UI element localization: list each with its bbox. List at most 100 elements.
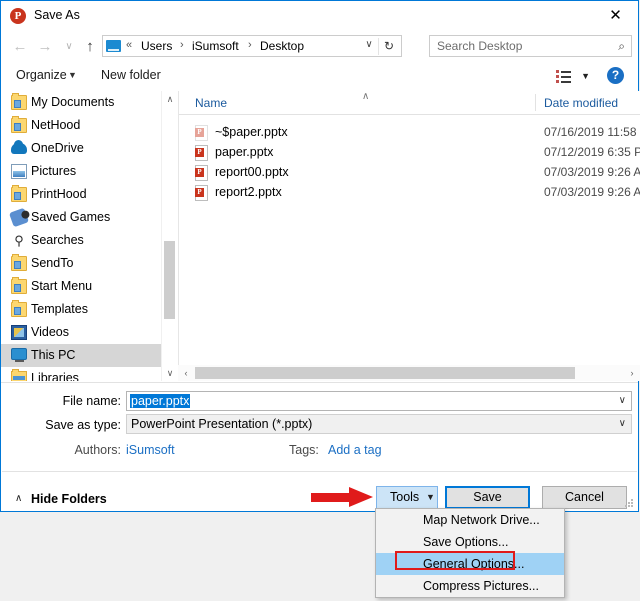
sidebar-item-printhood[interactable]: PrintHood xyxy=(1,183,161,206)
breadcrumb-separator: › xyxy=(180,39,184,51)
scroll-down-icon[interactable]: ∨ xyxy=(162,365,178,381)
chevron-down-icon[interactable]: ▼ xyxy=(68,70,77,80)
resize-grip[interactable] xyxy=(625,499,635,509)
menu-item-compress-pictures[interactable]: Compress Pictures... xyxy=(376,575,564,597)
breadcrumb-separator: › xyxy=(248,39,252,51)
sort-ascending-icon: ∧ xyxy=(362,91,370,102)
table-row[interactable]: paper.pptx 07/12/2019 6:35 PN xyxy=(179,143,640,163)
sidebar-item-nethood[interactable]: NetHood xyxy=(1,114,161,137)
file-name: paper.pptx xyxy=(215,145,274,159)
file-date-modified: 07/03/2019 9:26 AN xyxy=(544,165,640,179)
back-icon[interactable]: ← xyxy=(9,36,31,58)
save-button[interactable]: Save xyxy=(445,486,530,509)
address-bar[interactable]: « Users › iSumsoft › Desktop ∨ ↻ xyxy=(102,35,402,57)
chevron-down-icon[interactable]: ∨ xyxy=(361,39,377,50)
pptx-file-icon xyxy=(195,185,208,201)
file-list-pane: Name ∧ Date modified ~$paper.pptx 07/16/… xyxy=(178,91,640,381)
sidebar-item-sendto[interactable]: SendTo xyxy=(1,252,161,275)
sidebar-item-onedrive[interactable]: OneDrive xyxy=(1,137,161,160)
printhood-folder-icon xyxy=(11,185,27,202)
column-header-name[interactable]: Name xyxy=(195,96,227,110)
breadcrumb-prefix: « xyxy=(126,39,133,51)
red-highlight-box-annotation xyxy=(395,551,515,570)
search-input[interactable]: Search Desktop ⌕ xyxy=(429,35,632,57)
add-a-tag-link[interactable]: Add a tag xyxy=(328,443,382,457)
help-icon[interactable]: ? xyxy=(607,67,624,84)
authors-label: Authors: xyxy=(74,443,121,457)
sidebar-item-label: SendTo xyxy=(31,256,74,270)
sidebar-item-pictures[interactable]: Pictures xyxy=(1,160,161,183)
sidebar-scrollbar[interactable]: ∧ ∨ xyxy=(161,91,178,381)
file-date-modified: 07/12/2019 6:35 PN xyxy=(544,145,640,159)
file-name-input[interactable]: paper.pptx ∨ xyxy=(126,391,632,411)
scroll-left-icon[interactable]: ‹ xyxy=(178,365,194,381)
close-icon[interactable]: ✕ xyxy=(593,1,638,30)
chevron-down-icon[interactable]: ∨ xyxy=(619,395,626,406)
sidebar-item-saved-games[interactable]: Saved Games xyxy=(1,206,161,229)
chevron-up-icon[interactable]: ∧ xyxy=(15,493,22,504)
libraries-icon xyxy=(11,369,27,381)
save-as-dialog: P Save As ✕ ← → ∨ ↑ « Users › iSumsoft ›… xyxy=(0,0,640,512)
chevron-down-icon[interactable]: ∨ xyxy=(619,418,626,429)
file-date-modified: 07/03/2019 9:26 AN xyxy=(544,185,640,199)
up-icon[interactable]: ↑ xyxy=(79,36,101,58)
column-divider[interactable] xyxy=(535,94,536,111)
menu-item-save-options[interactable]: Save Options... xyxy=(376,531,564,553)
column-header-date-modified[interactable]: Date modified xyxy=(544,96,618,110)
forward-icon[interactable]: → xyxy=(34,36,56,58)
table-row[interactable]: report2.pptx 07/03/2019 9:26 AN xyxy=(179,183,640,203)
sidebar-item-start-menu[interactable]: Start Menu xyxy=(1,275,161,298)
organize-button[interactable]: Organize xyxy=(16,68,67,82)
pptx-file-icon xyxy=(195,165,208,181)
chevron-down-icon[interactable]: ▼ xyxy=(426,492,435,502)
tags-label: Tags: xyxy=(289,443,319,457)
scroll-right-icon[interactable]: › xyxy=(624,365,640,381)
new-folder-button[interactable]: New folder xyxy=(101,68,161,82)
save-as-type-select[interactable]: PowerPoint Presentation (*.pptx) ∨ xyxy=(126,414,632,434)
save-as-type-label: Save as type: xyxy=(45,418,121,432)
column-header-row: Name ∧ Date modified xyxy=(179,91,640,115)
sidebar-item-my-documents[interactable]: My Documents xyxy=(1,91,161,114)
scrollbar-thumb[interactable] xyxy=(195,367,575,379)
sidebar-item-this-pc[interactable]: This PC xyxy=(1,344,161,367)
recent-locations-icon[interactable]: ∨ xyxy=(58,36,80,58)
chevron-down-icon[interactable]: ▼ xyxy=(581,71,590,81)
sidebar-item-libraries[interactable]: Libraries xyxy=(1,367,161,381)
file-name: report2.pptx xyxy=(215,185,282,199)
sidebar-item-label: Libraries xyxy=(31,371,79,381)
view-layout-icon[interactable] xyxy=(556,70,571,84)
scroll-up-icon[interactable]: ∧ xyxy=(162,91,178,107)
pictures-folder-icon xyxy=(11,164,27,179)
table-row[interactable]: ~$paper.pptx 07/16/2019 11:58 .. xyxy=(179,123,640,143)
title-bar: P Save As ✕ xyxy=(1,1,638,31)
templates-folder-icon xyxy=(11,300,27,317)
breadcrumb-users[interactable]: Users xyxy=(141,39,172,53)
sidebar-item-videos[interactable]: Videos xyxy=(1,321,161,344)
breadcrumb-isumsoft[interactable]: iSumsoft xyxy=(192,39,239,53)
sidebar-item-templates[interactable]: Templates xyxy=(1,298,161,321)
saved-games-icon xyxy=(8,207,30,228)
hide-folders-button[interactable]: Hide Folders xyxy=(31,492,107,506)
searches-icon: ⚲ xyxy=(14,233,24,248)
documents-folder-icon xyxy=(11,93,27,110)
sidebar-item-label: This PC xyxy=(31,348,76,362)
table-row[interactable]: report00.pptx 07/03/2019 9:26 AN xyxy=(179,163,640,183)
sidebar-item-label: Start Menu xyxy=(31,279,93,293)
nethood-folder-icon xyxy=(11,116,27,133)
file-list-horizontal-scrollbar[interactable]: ‹ › xyxy=(178,365,640,381)
pptx-file-icon xyxy=(195,145,208,161)
red-arrow-annotation xyxy=(311,487,373,507)
scrollbar-thumb[interactable] xyxy=(164,241,175,319)
sidebar-item-label: Pictures xyxy=(31,164,77,178)
menu-item-map-network-drive[interactable]: Map Network Drive... xyxy=(376,509,564,531)
refresh-icon[interactable]: ↻ xyxy=(378,38,399,55)
cancel-button[interactable]: Cancel xyxy=(542,486,627,509)
file-name: report00.pptx xyxy=(215,165,289,179)
breadcrumb-desktop[interactable]: Desktop xyxy=(260,39,304,53)
navigation-bar: ← → ∨ ↑ « Users › iSumsoft › Desktop ∨ ↻… xyxy=(1,31,638,62)
sidebar-item-label: NetHood xyxy=(31,118,81,132)
save-as-type-value: PowerPoint Presentation (*.pptx) xyxy=(131,417,313,431)
authors-value[interactable]: iSumsoft xyxy=(126,443,175,457)
footer-divider xyxy=(2,471,637,472)
sidebar-item-searches[interactable]: ⚲ Searches xyxy=(1,229,161,252)
